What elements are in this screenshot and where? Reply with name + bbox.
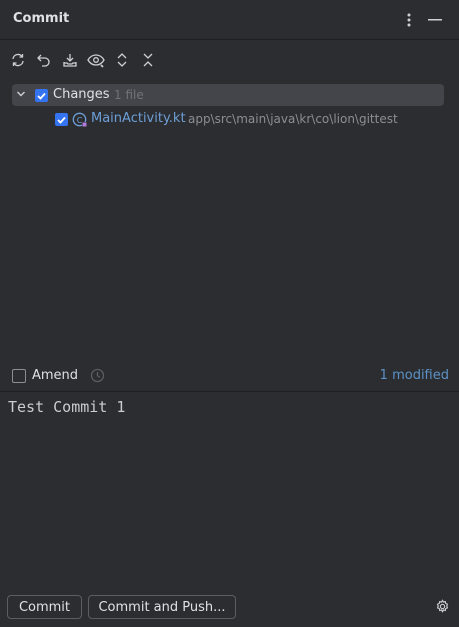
minimize-button[interactable] (426, 10, 444, 30)
changes-label: Changes (53, 87, 110, 102)
file-checkbox[interactable] (55, 113, 68, 126)
chevron-down-icon[interactable] (16, 89, 26, 99)
gear-icon[interactable] (435, 599, 450, 614)
expand-all-button[interactable] (111, 48, 133, 72)
undo-icon (37, 54, 50, 67)
more-options-button[interactable] (400, 10, 418, 30)
kotlin-class-icon: C (72, 112, 87, 127)
file-path: app\src\main\java\kr\co\lion\gittest (188, 112, 398, 126)
commit-button[interactable]: Commit (7, 595, 82, 619)
refresh-icon (12, 53, 24, 67)
file-name-link[interactable]: MainActivity.kt (91, 111, 186, 126)
amend-label[interactable]: Amend (32, 368, 78, 383)
checkmark-icon (57, 116, 66, 124)
refresh-button[interactable] (7, 48, 29, 72)
commit-and-push-button[interactable]: Commit and Push... (88, 595, 236, 619)
collapse-icon (143, 53, 153, 67)
checkmark-icon (37, 92, 46, 100)
expand-icon (117, 53, 127, 67)
minimize-icon (428, 19, 442, 21)
modified-count-link[interactable]: 1 modified (380, 368, 449, 383)
commit-message-text[interactable]: Test Commit 1 (8, 398, 125, 416)
shelve-button[interactable] (59, 48, 81, 72)
svg-text:C: C (77, 116, 83, 125)
commit-toolbar (0, 48, 459, 72)
show-diff-button[interactable] (85, 48, 107, 72)
collapse-all-button[interactable] (137, 48, 159, 72)
commit-message-editor[interactable] (0, 391, 459, 592)
eye-icon (87, 54, 105, 68)
amend-checkbox[interactable] (12, 369, 26, 383)
vertical-ellipsis-icon (407, 13, 411, 27)
clock-icon[interactable] (90, 368, 105, 383)
changes-file-count: 1 file (114, 88, 144, 102)
changes-checkbox[interactable] (35, 89, 48, 102)
rollback-button[interactable] (33, 48, 55, 72)
download-tray-icon (63, 54, 77, 67)
panel-title: Commit (13, 11, 70, 26)
